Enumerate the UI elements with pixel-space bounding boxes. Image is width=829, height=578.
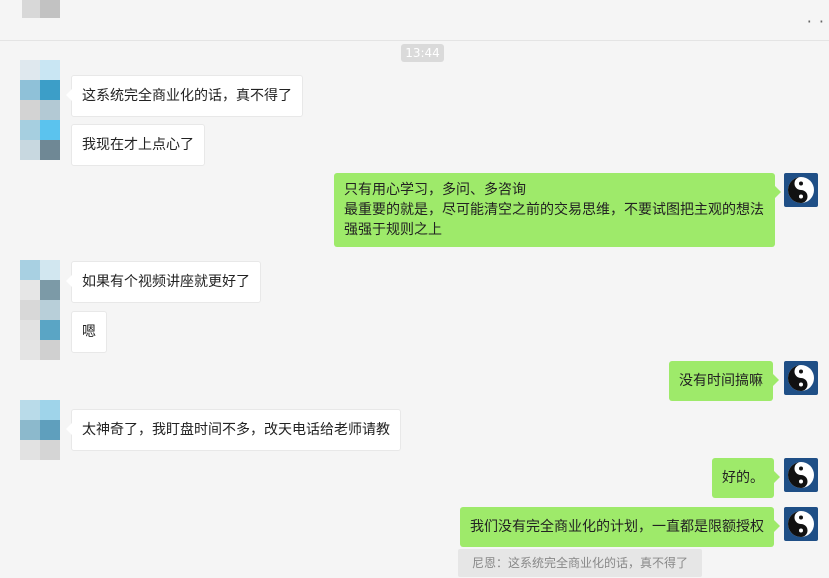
message-bubble-incoming: 这系统完全商业化的话，真不得了 bbox=[66, 75, 303, 117]
message-bubble-outgoing: 只有用心学习，多问、多咨询 最重要的就是，尽可能清空之前的交易思维，不要试图把主… bbox=[334, 173, 781, 247]
contact-avatar-fragment bbox=[20, 300, 60, 340]
my-avatar[interactable] bbox=[784, 361, 818, 395]
message-bubble-incoming: 如果有个视频讲座就更好了 bbox=[66, 261, 261, 303]
message-bubble-incoming: 嗯 bbox=[71, 311, 107, 353]
yin-yang-icon bbox=[788, 511, 814, 537]
my-avatar[interactable] bbox=[784, 458, 818, 492]
message-timestamp: 13:44 bbox=[401, 44, 444, 62]
my-avatar[interactable] bbox=[784, 507, 818, 541]
contact-avatar-fragment bbox=[20, 140, 60, 180]
contact-avatar-top[interactable] bbox=[22, 0, 80, 18]
chat-header: · · bbox=[0, 0, 829, 41]
my-avatar[interactable] bbox=[784, 173, 818, 207]
yin-yang-icon bbox=[788, 462, 814, 488]
contact-avatar-fragment bbox=[20, 440, 60, 480]
quoted-message[interactable]: 尼恩：这系统完全商业化的话，真不得了 bbox=[458, 549, 702, 577]
contact-avatar[interactable] bbox=[20, 260, 60, 300]
message-bubble-incoming: 太神奇了，我盯盘时间不多，改天电话给老师请教 bbox=[66, 409, 401, 451]
message-bubble-outgoing: 好的。 bbox=[712, 458, 780, 498]
yin-yang-icon bbox=[788, 177, 814, 203]
message-bubble-outgoing: 没有时间搞嘛 bbox=[669, 361, 779, 401]
more-options-icon[interactable]: · · bbox=[807, 12, 825, 31]
yin-yang-icon bbox=[788, 365, 814, 391]
contact-avatar[interactable] bbox=[20, 400, 60, 440]
message-bubble-incoming: 我现在才上点心了 bbox=[71, 124, 205, 166]
contact-avatar[interactable] bbox=[20, 60, 60, 100]
contact-avatar-fragment bbox=[20, 340, 60, 380]
message-bubble-outgoing: 我们没有完全商业化的计划，一直都是限额授权 bbox=[460, 507, 780, 547]
contact-avatar-fragment bbox=[20, 100, 60, 140]
